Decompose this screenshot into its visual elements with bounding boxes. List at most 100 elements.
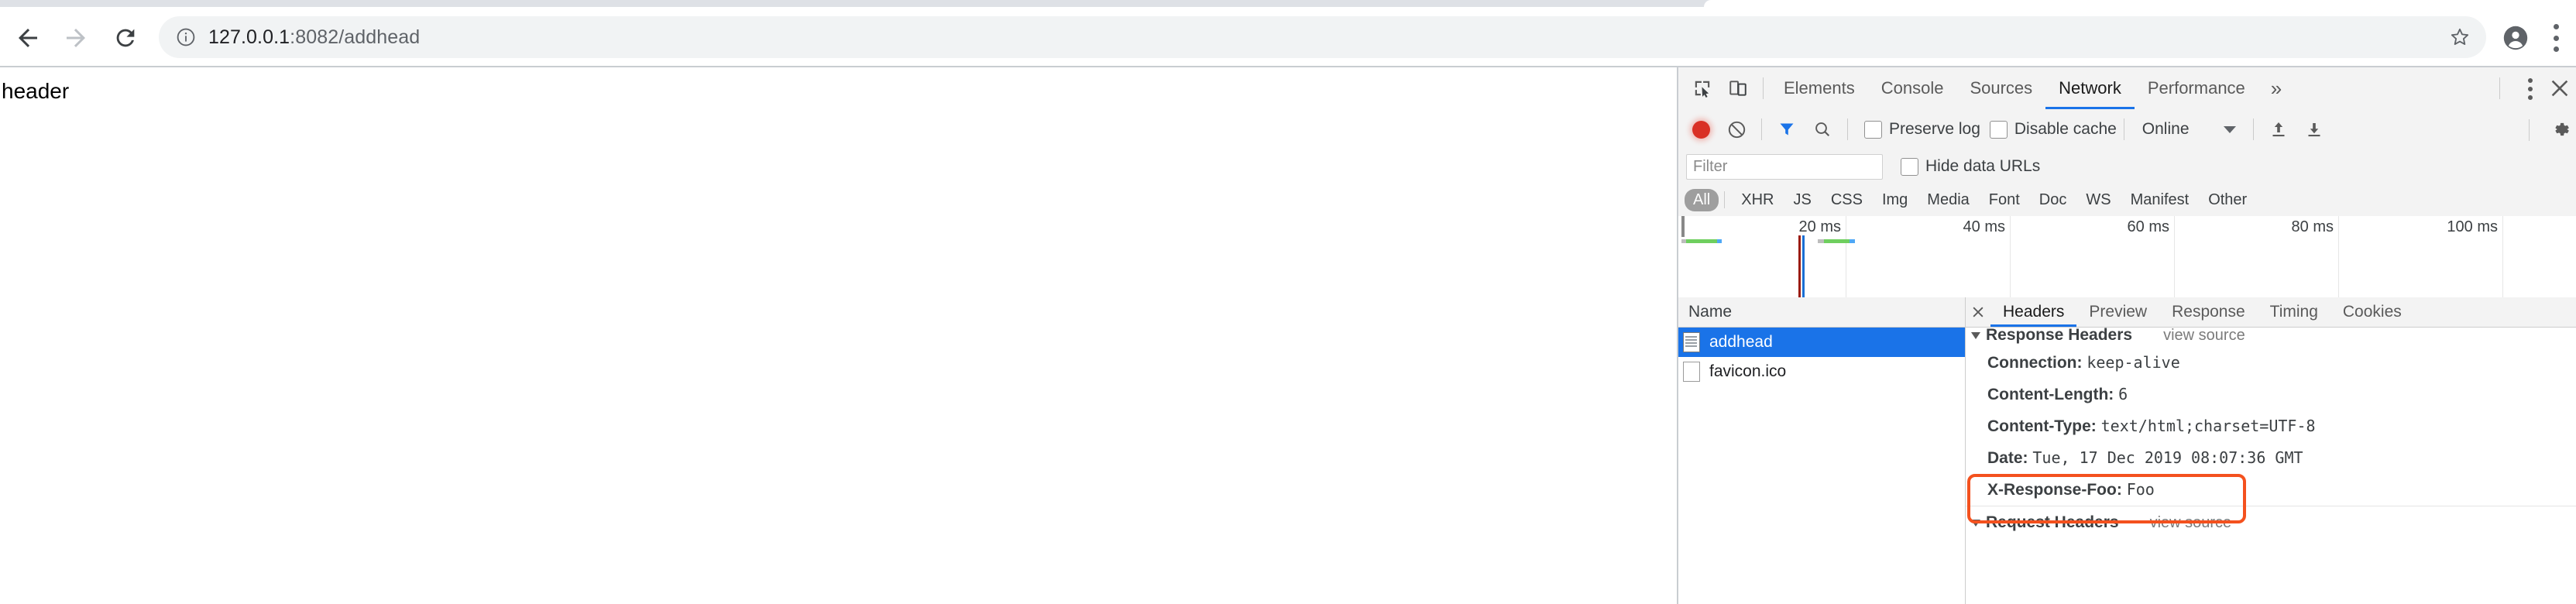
overview-request-bar <box>1681 239 1722 243</box>
clear-network-log-icon <box>1728 121 1745 138</box>
timeline-tick-label: 80 ms <box>2291 218 2334 235</box>
header-row-content-type: Content-Type: text/html;charset=UTF-8 <box>1966 410 2576 442</box>
tab-performance[interactable]: Performance <box>2135 67 2258 109</box>
devtools-more-options-button[interactable] <box>2527 78 2533 100</box>
three-dot-menu-icon <box>2553 46 2559 52</box>
tab-sources[interactable]: Sources <box>1956 67 2045 109</box>
detail-tab-cookies[interactable]: Cookies <box>2330 297 2414 327</box>
type-filter-font[interactable]: Font <box>1980 189 2028 211</box>
more-tabs-button[interactable]: » <box>2258 67 2294 109</box>
type-filter-ws[interactable]: WS <box>2077 189 2119 211</box>
export-har-button[interactable] <box>2296 112 2332 147</box>
toolbar-divider <box>2252 118 2254 140</box>
browser-menu-button[interactable] <box>2553 24 2559 52</box>
address-bar[interactable]: 127.0.0.1:8082/addhead <box>159 16 2486 58</box>
forward-button[interactable] <box>59 21 93 55</box>
disable-cache-checkbox[interactable]: Disable cache <box>1989 120 2117 139</box>
type-filter-js[interactable]: JS <box>1784 189 1819 211</box>
back-button[interactable] <box>11 21 45 55</box>
toolbar-divider <box>1763 77 1764 99</box>
search-magnifier-icon <box>1815 122 1830 137</box>
address-bar-url: 127.0.0.1:8082/addhead <box>208 26 420 49</box>
request-detail-panel: Headers Preview Response Timing Cookies … <box>1966 297 2576 604</box>
filter-button[interactable] <box>1769 112 1805 147</box>
resource-type-filters: All XHR JS CSS Img Media Font Doc WS Man… <box>1678 184 2576 217</box>
info-circle-icon[interactable] <box>176 27 196 47</box>
network-overview-timeline[interactable]: 20 ms 40 ms 60 ms 80 ms 100 ms <box>1678 216 2576 298</box>
record-button-icon <box>1692 120 1710 139</box>
header-row-date: Date: Tue, 17 Dec 2019 08:07:36 GMT <box>1966 442 2576 474</box>
document-file-icon <box>1683 332 1700 352</box>
detail-tab-response[interactable]: Response <box>2159 297 2258 327</box>
response-headers-section-toggle[interactable]: Response Headers view source <box>1966 327 2576 347</box>
profile-avatar-icon[interactable] <box>2503 26 2528 50</box>
type-filter-all[interactable]: All <box>1685 188 1719 211</box>
triangle-down-icon <box>1971 519 1980 527</box>
type-filter-other[interactable]: Other <box>2200 189 2255 211</box>
type-filter-manifest[interactable]: Manifest <box>2122 189 2198 211</box>
type-filter-css[interactable]: CSS <box>1822 189 1871 211</box>
reload-button[interactable] <box>108 21 143 55</box>
close-detail-icon <box>1973 307 1984 317</box>
type-filter-img[interactable]: Img <box>1874 189 1916 211</box>
devtools-more-options-icon <box>2527 78 2533 83</box>
disable-cache-label: Disable cache <box>2014 120 2117 138</box>
timeline-gridline <box>2174 216 2175 297</box>
star-icon[interactable] <box>2449 26 2471 48</box>
detail-tab-headers[interactable]: Headers <box>1990 297 2076 327</box>
import-har-icon <box>2272 122 2284 137</box>
toolbar-divider <box>1724 191 1726 208</box>
timeline-tick-label: 20 ms <box>1798 218 1841 235</box>
inspect-element-button[interactable] <box>1685 70 1720 106</box>
browser-tab-active[interactable] <box>1704 0 2576 7</box>
timeline-gridline <box>2338 216 2339 297</box>
hide-data-urls-checkbox[interactable]: Hide data URLs <box>1901 157 2040 176</box>
request-row-addhead[interactable]: addhead <box>1678 328 1965 357</box>
filter-input[interactable]: Filter <box>1686 153 1883 180</box>
throttling-value: Online <box>2142 120 2190 138</box>
tab-network[interactable]: Network <box>2045 67 2135 109</box>
clear-network-log-button[interactable] <box>1719 112 1754 147</box>
network-settings-gear-icon[interactable] <box>2550 118 2571 140</box>
close-detail-button[interactable] <box>1966 304 1990 320</box>
checkbox-box <box>1864 120 1882 139</box>
header-value: keep-alive <box>2087 353 2180 372</box>
devtools-close-button[interactable] <box>2548 77 2571 100</box>
network-request-list: Name addhead favicon.ico <box>1678 297 1966 604</box>
header-row-content-length: Content-Length: 6 <box>1966 379 2576 410</box>
forward-arrow-icon <box>67 29 85 47</box>
timeline-gridline <box>2010 216 2011 297</box>
record-button[interactable] <box>1683 112 1719 147</box>
search-button[interactable] <box>1805 112 1840 147</box>
type-filter-media[interactable]: Media <box>1918 189 1977 211</box>
preserve-log-checkbox[interactable]: Preserve log <box>1864 120 1980 139</box>
view-source-link[interactable]: view source <box>2163 327 2245 345</box>
devtools-more-options-icon <box>2527 87 2533 91</box>
network-split-view: Name addhead favicon.ico Headers Preview… <box>1678 297 2576 604</box>
load-event-marker <box>1802 235 1805 297</box>
request-list-header: Name <box>1678 297 1965 328</box>
request-row-favicon[interactable]: favicon.ico <box>1678 357 1965 386</box>
devtools-tab-bar: Elements Console Sources Network Perform… <box>1678 67 2576 110</box>
import-har-button[interactable] <box>2261 112 2296 147</box>
request-name: favicon.ico <box>1709 362 1787 380</box>
device-toolbar-button[interactable] <box>1720 70 1756 106</box>
request-headers-section-toggle[interactable]: Request Headers view source <box>1966 511 2576 534</box>
filter-funnel-icon <box>1780 123 1794 136</box>
timeline-tick-label: 40 ms <box>1963 218 2005 235</box>
tab-elements[interactable]: Elements <box>1771 67 1868 109</box>
checkbox-box <box>1989 120 2008 139</box>
tab-console[interactable]: Console <box>1868 67 1957 109</box>
detail-tab-preview[interactable]: Preview <box>2076 297 2159 327</box>
view-source-link[interactable]: view source <box>2150 514 2232 532</box>
inspect-element-icon <box>1695 81 1710 98</box>
back-arrow-icon <box>19 29 37 47</box>
headers-content: Response Headers view source Connection:… <box>1966 327 2576 604</box>
type-filter-doc[interactable]: Doc <box>2031 189 2076 211</box>
dom-content-loaded-marker <box>1798 235 1801 297</box>
detail-tab-timing[interactable]: Timing <box>2258 297 2330 327</box>
page-viewport: header <box>0 67 1677 604</box>
three-dot-menu-icon <box>2553 24 2559 29</box>
throttling-select[interactable]: Online <box>2142 120 2236 139</box>
type-filter-xhr[interactable]: XHR <box>1733 189 1782 211</box>
